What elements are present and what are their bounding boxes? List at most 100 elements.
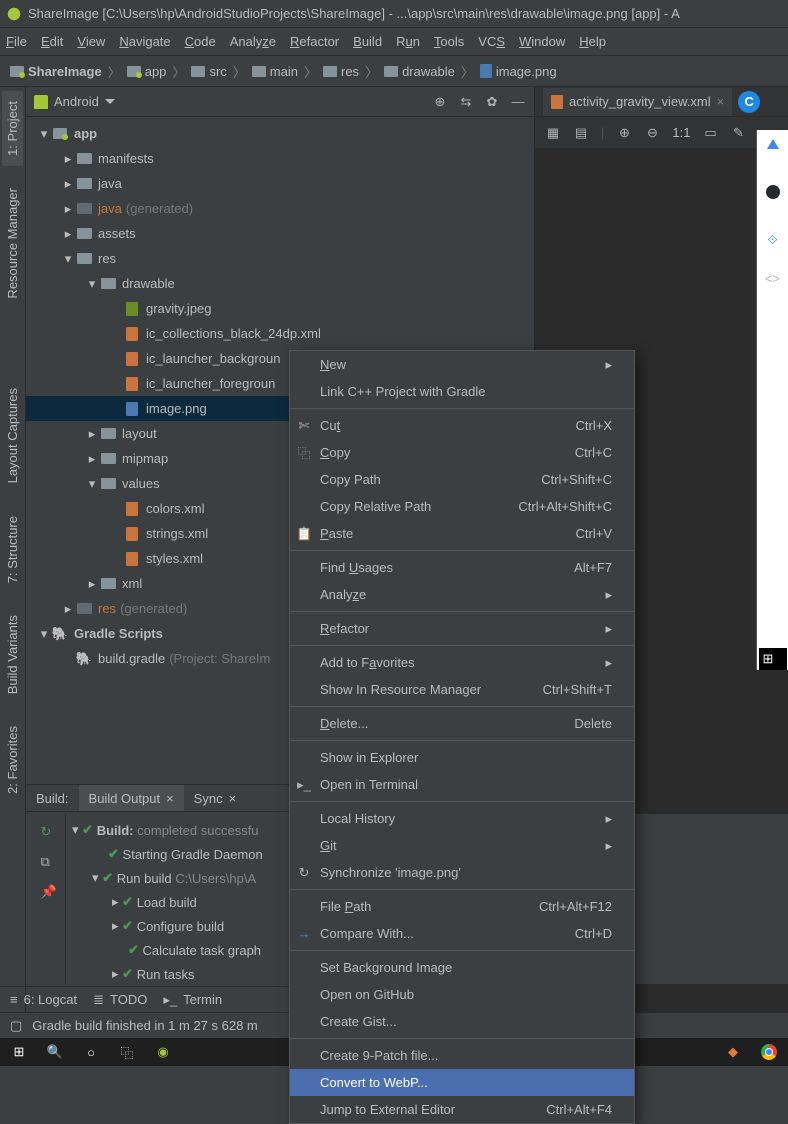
- sidebar-tab-resource-manager[interactable]: Resource Manager: [2, 178, 23, 309]
- breadcrumb-item[interactable]: app: [127, 64, 167, 79]
- context-menu-synchronize[interactable]: ↻Synchronize 'image.png': [290, 859, 634, 886]
- menu-view[interactable]: View: [77, 34, 105, 49]
- code-icon[interactable]: <>: [765, 270, 781, 286]
- zoom-out-icon[interactable]: ⊖: [644, 125, 660, 141]
- sidebar-tab-favorites[interactable]: 2: Favorites: [2, 716, 23, 804]
- menu-build[interactable]: Build: [353, 34, 382, 49]
- gdrive-icon[interactable]: [765, 136, 781, 152]
- breadcrumb-item[interactable]: src: [191, 64, 226, 79]
- context-menu-show-explorer[interactable]: Show in Explorer: [290, 744, 634, 771]
- context-menu-refactor[interactable]: Refactor▸: [290, 615, 634, 642]
- gear-icon[interactable]: ✿: [484, 94, 500, 110]
- breadcrumb-item[interactable]: main: [252, 64, 298, 79]
- tree-item-drawable[interactable]: ▾drawable: [26, 271, 534, 296]
- project-view-selector[interactable]: Android: [54, 94, 99, 109]
- context-menu-compare[interactable]: →Compare With...Ctrl+D: [290, 920, 634, 947]
- status-terminal[interactable]: ▸_ Termin: [163, 992, 222, 1008]
- status-logcat[interactable]: ≡ 6: Logcat: [10, 992, 77, 1007]
- context-menu-open-github[interactable]: Open on GitHub: [290, 981, 634, 1008]
- context-menu-create-gist[interactable]: Create Gist...: [290, 1008, 634, 1035]
- tree-item-gravity[interactable]: gravity.jpeg: [26, 296, 534, 321]
- hide-icon[interactable]: —: [510, 94, 526, 110]
- close-icon[interactable]: ×: [717, 94, 725, 109]
- tree-item-java-gen[interactable]: ▸java(generated): [26, 196, 534, 221]
- menu-tools[interactable]: Tools: [434, 34, 464, 49]
- close-icon[interactable]: ×: [166, 791, 174, 806]
- context-menu-git[interactable]: Git▸: [290, 832, 634, 859]
- windows-icon[interactable]: ⊞: [759, 648, 787, 670]
- menu-file[interactable]: File: [6, 34, 27, 49]
- status-icon[interactable]: ▢: [10, 1018, 22, 1034]
- context-menu-add-favorites[interactable]: Add to Favorites▸: [290, 649, 634, 676]
- tree-item-java[interactable]: ▸java: [26, 171, 534, 196]
- close-icon[interactable]: ×: [229, 791, 237, 806]
- tree-item-ic-collections[interactable]: ic_collections_black_24dp.xml: [26, 321, 534, 346]
- chrome-icon[interactable]: [760, 1043, 778, 1061]
- menu-vcs[interactable]: VCS: [478, 34, 505, 49]
- breadcrumb-item[interactable]: ShareImage: [10, 64, 102, 79]
- context-menu-jump-external[interactable]: Jump to External EditorCtrl+Alt+F4: [290, 1096, 634, 1123]
- context-menu-new[interactable]: New▸: [290, 351, 634, 378]
- menu-navigate[interactable]: Navigate: [119, 34, 170, 49]
- breadcrumb-item[interactable]: res: [323, 64, 359, 79]
- sublime-icon[interactable]: ◆: [724, 1043, 742, 1061]
- context-menu-analyze[interactable]: Analyze▸: [290, 581, 634, 608]
- tree-item-app[interactable]: ▾app: [26, 121, 534, 146]
- context-menu-copy[interactable]: ⿻CopyCtrl+C: [290, 439, 634, 466]
- context-menu-copy-path[interactable]: Copy PathCtrl+Shift+C: [290, 466, 634, 493]
- zoom-ratio[interactable]: 1:1: [672, 125, 690, 140]
- menu-run[interactable]: Run: [396, 34, 420, 49]
- context-menu-copy-relative[interactable]: Copy Relative PathCtrl+Alt+Shift+C: [290, 493, 634, 520]
- context-menu-convert-webp[interactable]: Convert to WebP...: [290, 1069, 634, 1096]
- tab-letter-c[interactable]: C: [738, 91, 760, 113]
- menu-edit[interactable]: Edit: [41, 34, 63, 49]
- sidebar-tab-layout-captures[interactable]: Layout Captures: [2, 378, 23, 493]
- azure-icon[interactable]: ⟐: [765, 232, 781, 248]
- fit-icon[interactable]: ▭: [702, 125, 718, 141]
- tab-activity-gravity[interactable]: activity_gravity_view.xml ×: [543, 88, 732, 116]
- context-menu-open-terminal[interactable]: ▸_Open in Terminal: [290, 771, 634, 798]
- context-menu-link-cpp[interactable]: Link C++ Project with Gradle: [290, 378, 634, 405]
- tab-sync[interactable]: Sync×: [184, 785, 247, 811]
- tree-item-assets[interactable]: ▸assets: [26, 221, 534, 246]
- filter-icon[interactable]: ⧉: [41, 854, 57, 870]
- tab-build-output[interactable]: Build Output×: [79, 785, 184, 811]
- rerun-icon[interactable]: ↻: [41, 824, 57, 840]
- locate-icon[interactable]: ⊕: [432, 94, 448, 110]
- menu-analyze[interactable]: Analyze: [230, 34, 276, 49]
- task-view-icon[interactable]: ⿻: [118, 1043, 136, 1061]
- eyedropper-icon[interactable]: ✎: [730, 125, 746, 141]
- pin-icon[interactable]: 📌: [41, 884, 57, 900]
- android-studio-icon[interactable]: ◉: [154, 1043, 172, 1061]
- context-menu-set-bg[interactable]: Set Background Image: [290, 954, 634, 981]
- search-icon[interactable]: 🔍: [46, 1043, 64, 1061]
- context-menu-show-resource-mgr[interactable]: Show In Resource ManagerCtrl+Shift+T: [290, 676, 634, 703]
- cortana-icon[interactable]: ○: [82, 1043, 100, 1061]
- menu-code[interactable]: Code: [185, 34, 216, 49]
- context-menu-cut[interactable]: ✄CutCtrl+X: [290, 412, 634, 439]
- zoom-in-icon[interactable]: ⊕: [616, 125, 632, 141]
- context-menu-find-usages[interactable]: Find UsagesAlt+F7: [290, 554, 634, 581]
- expand-all-icon[interactable]: ⇆: [458, 94, 474, 110]
- github-icon[interactable]: [765, 184, 781, 200]
- tree-item-manifests[interactable]: ▸manifests: [26, 146, 534, 171]
- status-todo[interactable]: ≣ TODO: [93, 992, 147, 1008]
- sidebar-tab-structure[interactable]: 7: Structure: [2, 506, 23, 593]
- menu-help[interactable]: Help: [579, 34, 606, 49]
- chevron-down-icon[interactable]: [105, 99, 115, 104]
- windows-start-icon[interactable]: ⊞: [10, 1043, 28, 1061]
- select-icon[interactable]: ▦: [545, 125, 561, 141]
- context-menu-file-path[interactable]: File PathCtrl+Alt+F12: [290, 893, 634, 920]
- context-menu-9patch[interactable]: Create 9-Patch file...: [290, 1042, 634, 1069]
- menu-window[interactable]: Window: [519, 34, 565, 49]
- breadcrumb-item[interactable]: image.png: [480, 64, 557, 79]
- context-menu-delete[interactable]: Delete...Delete: [290, 710, 634, 737]
- sidebar-tab-build-variants[interactable]: Build Variants: [2, 605, 23, 704]
- menu-refactor[interactable]: Refactor: [290, 34, 339, 49]
- context-menu-paste[interactable]: 📋PasteCtrl+V: [290, 520, 634, 547]
- sidebar-tab-project[interactable]: 1: Project: [2, 91, 23, 166]
- breadcrumb-item[interactable]: drawable: [384, 64, 455, 79]
- grid-icon[interactable]: ▤: [573, 125, 589, 141]
- context-menu-local-history[interactable]: Local History▸: [290, 805, 634, 832]
- tree-item-res[interactable]: ▾res: [26, 246, 534, 271]
